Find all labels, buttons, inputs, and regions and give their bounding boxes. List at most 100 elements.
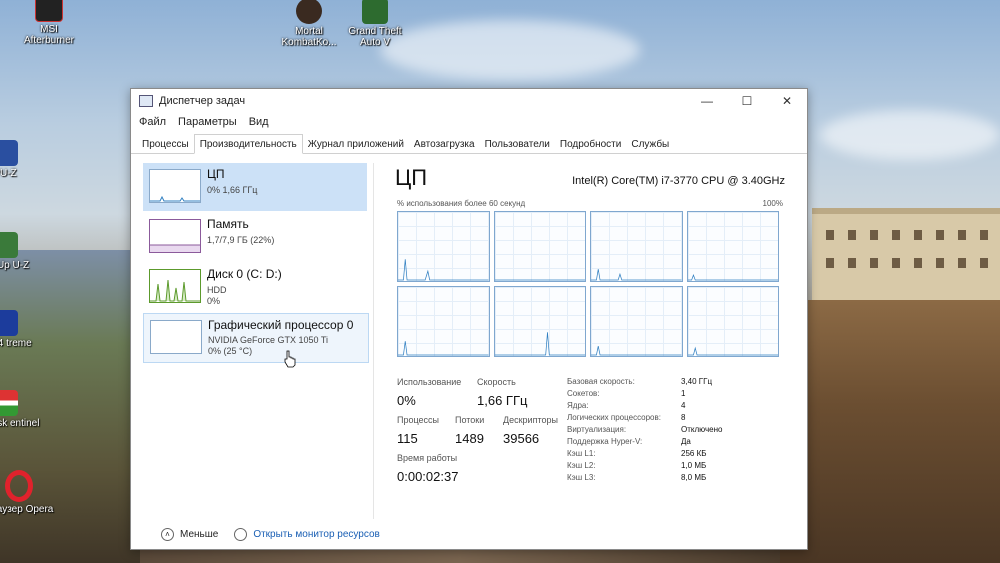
memory-mini-graph bbox=[149, 219, 201, 253]
tab-startup[interactable]: Автозагрузка bbox=[409, 135, 480, 153]
open-resource-monitor-link[interactable]: Открыть монитор ресурсов bbox=[234, 527, 380, 541]
desktop-icon-label: Браузер Opera bbox=[0, 504, 54, 515]
hyper-v-label: Поддержка Hyper-V: bbox=[567, 437, 643, 446]
graph-max-label: 100% bbox=[762, 199, 783, 208]
usage-label: Использование bbox=[397, 377, 462, 387]
open-resource-monitor-label: Открыть монитор ресурсов bbox=[253, 528, 380, 540]
resource-sidebar: ЦП 0% 1,66 ГГц Память 1,7/7,9 ГБ (22%) Д… bbox=[137, 163, 374, 519]
desktop-cliff bbox=[780, 300, 1000, 563]
desktop-icon-label: PU-Z bbox=[0, 168, 17, 179]
desktop-icon-label: ard Disk entinel bbox=[0, 418, 40, 429]
sidebar-item-cpu[interactable]: ЦП 0% 1,66 ГГц bbox=[143, 163, 367, 211]
task-manager-window: Диспетчер задач — ☐ ✕ Файл Параметры Вид… bbox=[130, 88, 808, 550]
sidebar-item-sub: 0% 1,66 ГГц bbox=[207, 185, 258, 195]
desktop-icon-label: DA64 treme bbox=[0, 338, 32, 349]
panel-title: ЦП bbox=[395, 165, 428, 190]
tab-users[interactable]: Пользователи bbox=[480, 135, 555, 153]
desktop-icon-aida64[interactable]: DA64 treme bbox=[0, 310, 40, 349]
cloud bbox=[820, 110, 1000, 160]
tab-app-history[interactable]: Журнал приложений bbox=[303, 135, 409, 153]
cache-l2-label: Кэш L2: bbox=[567, 461, 596, 470]
mortal-kombat-icon bbox=[296, 0, 322, 24]
core-graph bbox=[686, 286, 779, 357]
gpu-mini-graph bbox=[150, 320, 202, 354]
sidebar-item-gpu[interactable]: Графический процессор 0 NVIDIA GeForce G… bbox=[143, 313, 369, 363]
powerup-icon bbox=[0, 232, 18, 258]
core-graph bbox=[590, 286, 683, 357]
sidebar-item-sub: 1,7/7,9 ГБ (22%) bbox=[207, 235, 275, 245]
desktop-building bbox=[812, 208, 1000, 302]
fewer-details-label: Меньше bbox=[180, 528, 219, 540]
menu-bar: Файл Параметры Вид bbox=[131, 113, 807, 131]
cpu-model: Intel(R) Core(TM) i7-3770 CPU @ 3.40GHz bbox=[572, 175, 785, 187]
content-area: ЦП 0% 1,66 ГГц Память 1,7/7,9 ГБ (22%) Д… bbox=[131, 155, 807, 519]
desktop-icon-gta-v[interactable]: Grand Theft Auto V bbox=[340, 0, 410, 48]
tab-services[interactable]: Службы bbox=[626, 135, 674, 153]
cpu-mini-graph bbox=[149, 169, 201, 203]
cache-l3-value: 8,0 МБ bbox=[681, 473, 707, 482]
cache-l2-value: 1,0 МБ bbox=[681, 461, 707, 470]
tab-performance[interactable]: Производительность bbox=[193, 134, 303, 154]
tab-details[interactable]: Подробности bbox=[555, 135, 626, 153]
desktop-icon-powerup[interactable]: werUp U-Z bbox=[0, 232, 40, 271]
base-speed-value: 3,40 ГГц bbox=[681, 377, 713, 386]
graph-caption: % использования более 60 секунд bbox=[397, 199, 526, 208]
task-manager-icon bbox=[139, 95, 153, 107]
cpu-z-icon bbox=[0, 140, 18, 166]
menu-file[interactable]: Файл bbox=[139, 116, 166, 128]
logical-processors-label: Логических процессоров: bbox=[567, 413, 661, 422]
desktop-icon-msi-afterburner[interactable]: MSI Afterburner bbox=[14, 0, 84, 46]
virtualization-label: Виртуализация: bbox=[567, 425, 627, 434]
desktop-icon-label: Mortal KombatKo... bbox=[281, 26, 337, 48]
usage-value: 0% bbox=[397, 393, 416, 408]
title-bar[interactable]: Диспетчер задач — ☐ ✕ bbox=[131, 89, 807, 113]
sidebar-item-disk[interactable]: Диск 0 (C: D:) HDD 0% bbox=[143, 263, 367, 311]
cpu-panel: ЦП Intel(R) Core(TM) i7-3770 CPU @ 3.40G… bbox=[393, 163, 785, 519]
uptime-value: 0:00:02:37 bbox=[397, 469, 459, 484]
desktop-icon-hard-disk-sentinel[interactable]: ard Disk entinel bbox=[0, 390, 40, 429]
footer-bar: ˄ Меньше Открыть монитор ресурсов bbox=[131, 519, 807, 549]
minimize-button[interactable]: — bbox=[687, 94, 727, 108]
cache-l1-value: 256 КБ bbox=[681, 449, 707, 458]
desktop-icon-mortal-kombat[interactable]: Mortal KombatKo... bbox=[274, 0, 344, 48]
handles-label: Дескрипторы bbox=[503, 415, 558, 425]
sidebar-item-sub: 0% (25 °C) bbox=[208, 346, 253, 356]
core-graph bbox=[493, 286, 586, 357]
sidebar-item-sub: HDD bbox=[207, 285, 227, 295]
base-speed-label: Базовая скорость: bbox=[567, 377, 635, 386]
logical-processors-value: 8 bbox=[681, 413, 686, 422]
processes-label: Процессы bbox=[397, 415, 440, 425]
menu-view[interactable]: Вид bbox=[249, 116, 269, 128]
core-graph bbox=[397, 286, 490, 357]
desktop-icon-label: werUp U-Z bbox=[0, 260, 30, 271]
sidebar-item-sub: 0% bbox=[207, 296, 221, 306]
core-graph bbox=[590, 211, 683, 282]
maximize-button[interactable]: ☐ bbox=[727, 94, 767, 108]
core-graph bbox=[686, 211, 779, 282]
uptime-label: Время работы bbox=[397, 453, 458, 463]
processes-value: 115 bbox=[397, 431, 418, 446]
core-graph bbox=[397, 211, 490, 282]
sidebar-item-memory[interactable]: Память 1,7/7,9 ГБ (22%) bbox=[143, 213, 367, 261]
afterburner-icon bbox=[35, 0, 63, 22]
cores-label: Ядра: bbox=[567, 401, 589, 410]
hand-cursor-icon bbox=[284, 350, 296, 368]
sidebar-item-name: ЦП bbox=[207, 167, 225, 181]
tab-processes[interactable]: Процессы bbox=[137, 135, 194, 153]
speed-label: Скорость bbox=[477, 377, 516, 387]
cache-l1-label: Кэш L1: bbox=[567, 449, 596, 458]
tab-bar: Процессы Производительность Журнал прило… bbox=[131, 131, 807, 154]
close-button[interactable]: ✕ bbox=[767, 94, 807, 108]
chevron-up-icon: ˄ bbox=[161, 527, 174, 541]
window-title: Диспетчер задач bbox=[159, 95, 246, 107]
sidebar-item-name: Диск 0 (C: D:) bbox=[207, 267, 282, 281]
sockets-label: Сокетов: bbox=[567, 389, 600, 398]
desktop-icon-opera[interactable]: Браузер Opera bbox=[0, 470, 54, 515]
menu-options[interactable]: Параметры bbox=[178, 116, 237, 128]
threads-label: Потоки bbox=[455, 415, 485, 425]
gta-v-icon bbox=[362, 0, 388, 24]
desktop-icon-cpu-z[interactable]: PU-Z bbox=[0, 140, 40, 179]
cores-value: 4 bbox=[681, 401, 686, 410]
fewer-details-button[interactable]: ˄ Меньше bbox=[161, 527, 219, 541]
desktop-icon-label: MSI Afterburner bbox=[23, 24, 75, 46]
